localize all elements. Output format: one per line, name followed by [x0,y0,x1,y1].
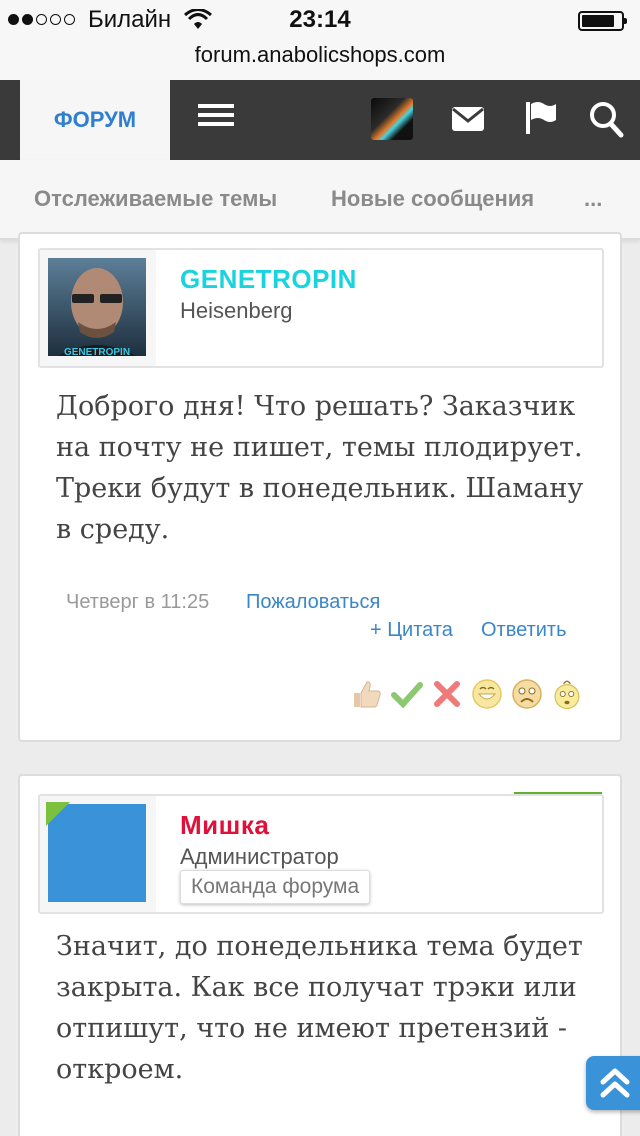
subnav-watched-threads[interactable]: Отслеживаемые темы [34,186,277,212]
post-author-block: Мишка Администратор Команда форума [38,794,604,914]
online-status-icon [46,802,70,826]
author-avatar-image [48,258,146,356]
address-bar[interactable]: forum.anabolicshops.com [0,42,640,80]
reply-link[interactable]: Ответить [481,619,567,642]
battery-icon [578,11,627,31]
report-link[interactable]: Пожаловаться [246,591,380,614]
post-date[interactable]: Четверг в 11:25 [66,591,209,614]
subnav-new-posts[interactable]: Новые сообщения [331,186,534,212]
subnav-more[interactable]: ... [584,186,602,212]
user-banner: Команда форума [180,870,371,904]
post-username[interactable]: Мишка [180,810,269,841]
post-author-block: GENETROPIN GENETROPIN Heisenberg [38,248,604,368]
user-title: Heisenberg [180,298,293,323]
post-message: Доброго дня! Что решать? Заказчик на поч… [56,391,584,545]
cross-icon[interactable] [430,677,464,711]
post-message: Значит, до понедельника тема будет закры… [56,931,583,1085]
post: GENETROPIN GENETROPIN Heisenberg Доброго… [18,232,622,742]
post-username[interactable]: GENETROPIN [180,264,357,295]
sub-navigation: Отслеживаемые темы Новые сообщения ... [0,160,640,240]
double-chevron-up-icon [600,1068,630,1098]
search-icon[interactable] [588,100,624,138]
thumbs-up-icon[interactable] [350,677,384,711]
check-icon[interactable] [390,677,424,711]
mail-icon[interactable] [451,104,485,134]
grin-icon[interactable] [470,677,504,711]
status-bar: Билайн 23:14 [0,0,640,42]
menu-icon[interactable] [198,104,234,134]
quote-link[interactable]: + Цитата [370,619,453,642]
sad-icon[interactable] [510,677,544,711]
confused-icon[interactable] [550,677,584,711]
reactions-bar [350,677,584,711]
user-title: Администратор [180,844,339,869]
site-navbar: ФОРУМ [0,80,640,160]
avatar[interactable] [40,796,156,912]
avatar[interactable]: GENETROPIN [40,250,156,366]
scroll-to-top-button[interactable] [586,1056,640,1110]
flag-icon[interactable] [524,100,558,136]
tab-forum[interactable]: ФОРУМ [20,80,170,160]
avatar-caption: GENETROPIN [63,347,131,358]
clock: 23:14 [289,6,351,33]
user-avatar-thumbnail[interactable] [371,98,413,140]
post: Мишка Администратор Команда форума Значи… [18,774,622,1136]
